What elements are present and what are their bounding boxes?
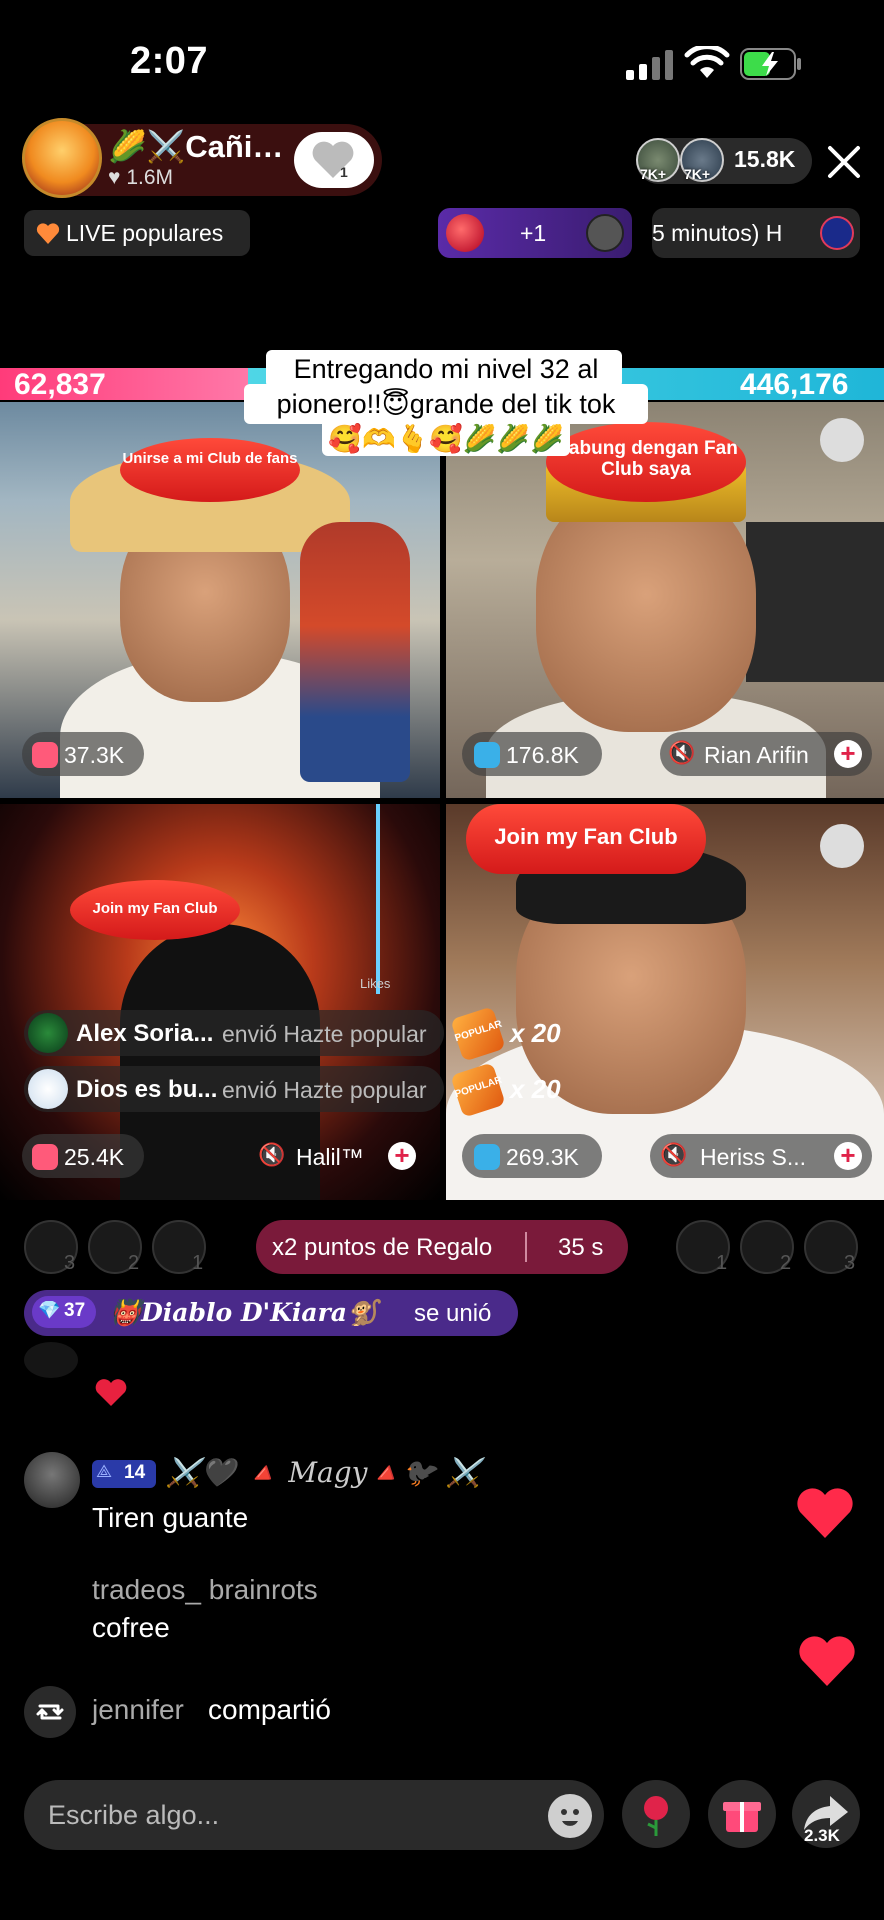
heart-icon [95,1379,127,1406]
fan-club-banner[interactable]: Join my Fan Club [466,804,706,874]
video-tile-1[interactable]: Unirse a mi Club de fans 37.3K [0,402,440,798]
tile-user: Halil™ [296,1144,364,1170]
rose-button[interactable] [622,1780,690,1848]
gifter-name: Alex Soria... [76,1020,214,1047]
viewer-badge: 7K+ [640,166,667,182]
gifter-avatar [586,214,624,252]
tile-score: 269.3K [506,1144,579,1170]
host-name[interactable]: 🌽⚔️Cañi… [108,128,283,165]
rank-number: 2 [128,1252,140,1274]
video-tile-4[interactable]: Join my Fan Club 269.3K 🔇 Heriss S... + [446,804,884,1200]
battle-score-left: 62,837 [14,368,106,401]
rank-number: 1 [716,1252,728,1274]
comment-text: Tiren guante [92,1502,249,1533]
live-popular-label: LIVE populares [66,220,224,246]
joined-user: 👹𝑫𝒊𝒂𝒃𝒍𝒐 𝑫'𝑲𝒊𝒂𝒓𝒂🐒 [110,1298,379,1327]
gift-points-label: x2 puntos de Regalo [272,1234,493,1261]
joined-text: se unió [414,1300,492,1327]
viewer-count[interactable]: 15.8K [734,146,795,173]
emoji-icon[interactable] [548,1794,592,1838]
viewer-badge: 7K+ [684,166,711,182]
alarm-icon [32,1144,58,1170]
retweet-icon [24,1686,76,1738]
host-likes-count: 1.6M [126,166,173,189]
level-number: 37 [64,1300,86,1321]
comment-text: cofree [92,1612,170,1643]
caption-line: pionero!!😇grande del tik tok [276,389,616,419]
commenter-name[interactable]: tradeos_ brainrots [92,1574,318,1606]
video-tile-2[interactable]: Gabung dengan Fan Club saya 176.8K 🔇 Ria… [446,402,884,798]
alarm-icon [474,1144,500,1170]
share-text: compartió [208,1694,331,1725]
host-avatar[interactable] [22,118,102,198]
caption: Entregando mi nivel 32 al pionero!!😇gran… [244,352,648,457]
heart-icon [797,1488,853,1538]
wifi-icon [684,46,730,78]
rank-number: 1 [192,1252,204,1274]
comment-placeholder[interactable]: Escribe algo... [48,1800,219,1831]
timer-text: 5 minutos) H [652,220,783,246]
alarm-icon [32,742,58,768]
rank-number: 3 [844,1252,856,1274]
figure-toy [300,522,410,782]
sharer-name[interactable]: jennifer [92,1694,184,1726]
tile-score: 176.8K [506,742,579,768]
muted-icon[interactable]: 🔇 [258,1142,285,1168]
tile-score: 25.4K [64,1144,125,1170]
gift-icon [723,1802,761,1832]
gifter-avatar [28,1069,68,1109]
progress-line [376,804,380,994]
tile-user: Rian Arifin [704,742,809,768]
follow-count: 1 [340,164,348,180]
plus-icon[interactable]: + [388,1142,416,1170]
triangle-icon: ⟁ [96,1461,113,1481]
plus-icon[interactable]: + [834,740,862,768]
close-icon[interactable] [826,144,862,180]
commenter-name[interactable]: ⚔️🖤 🔺 Magy🔺🐦‍⬛ ⚔️ [166,1456,481,1489]
gift-plus-label: +1 [520,220,547,246]
gift-multiplier: x 20 [510,1074,561,1104]
gifter-name: Dios es bu... [76,1076,218,1103]
overlay-label: Likes [360,976,391,991]
gift-points-time: 35 s [558,1234,604,1261]
gift-button[interactable] [708,1780,776,1848]
heart-icon [799,1636,855,1686]
tile-score: 37.3K [64,742,125,768]
battery-charging-icon [740,48,801,80]
chair-back [746,522,884,682]
share-count: 2.3K [804,1826,840,1845]
host-likes: ♥ 1.6M [108,166,173,189]
faded-comment [24,1342,504,1378]
rank-number: 3 [64,1252,76,1274]
rose-icon [644,1796,668,1836]
tile-user: Heriss S... [700,1144,807,1170]
rank-badge [820,824,864,868]
status-time: 2:07 [130,40,209,82]
level-number: 14 [124,1462,146,1483]
caption-line: 🥰🫶🫰🥰🌽🌽🌽 [328,424,564,454]
heart-icon [312,141,354,178]
gift-icon [446,214,484,252]
clock-icon [820,216,854,250]
gift-multiplier: x 20 [510,1018,561,1048]
plus-icon[interactable]: + [834,1142,862,1170]
rank-badge [820,418,864,462]
fire-heart-icon [36,223,60,244]
gift-sent-text: envió Hazte popular [222,1077,427,1103]
caption-line: Entregando mi nivel 32 al [293,354,599,384]
person-silhouette [120,924,320,1200]
diamond-icon: 💎 [38,1300,61,1320]
gifter-avatar [28,1013,68,1053]
rank-number: 2 [780,1252,792,1274]
signal-icon [626,50,673,80]
gift-sent-text: envió Hazte popular [222,1021,427,1047]
battle-score-right: 446,176 [740,368,849,401]
muted-icon[interactable]: 🔇 [668,740,695,766]
alarm-icon [474,742,500,768]
commenter-avatar[interactable] [24,1452,80,1508]
pill-divider [525,1232,527,1262]
muted-icon[interactable]: 🔇 [660,1142,687,1168]
fan-club-banner[interactable]: Join my Fan Club [70,880,240,940]
video-tile-3[interactable]: Likes Join my Fan Club 25.4K 🔇 Halil™ + [0,804,440,1200]
